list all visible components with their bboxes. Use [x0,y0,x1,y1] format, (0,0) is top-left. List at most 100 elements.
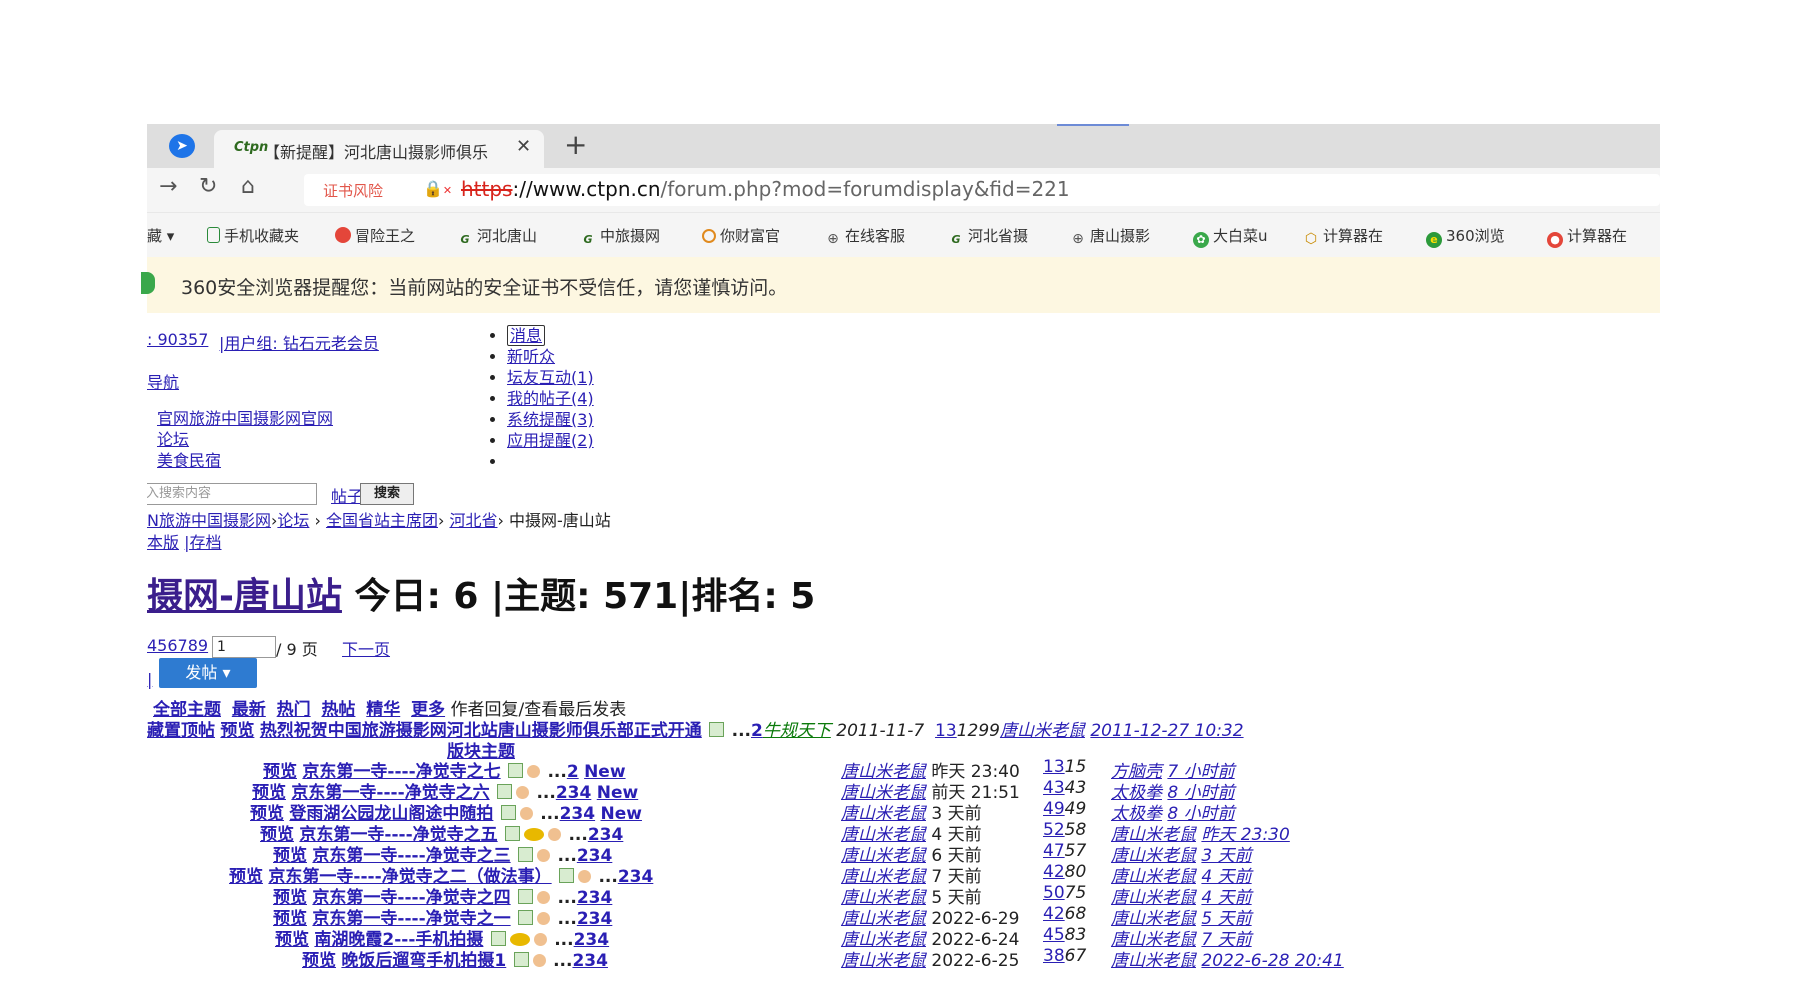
bookmark-2[interactable]: 冒险王之 [335,225,415,246]
image-attachment-icon [709,722,725,737]
thread-views: 58 [1064,820,1087,840]
board-mode-link[interactable]: 本版 [147,533,179,552]
last-post-time-link[interactable]: 2022-6-28 20:41 [1201,951,1343,971]
bookmark-3[interactable]: G 河北唐山 [457,225,537,248]
image-attachment-icon [508,763,524,778]
bookmark-7[interactable]: G 河北省摄 [948,225,1028,248]
image-attachment-icon [518,910,534,925]
nav-link[interactable]: 导航 [147,369,179,393]
my-posts-link[interactable]: 我的帖子(4) [507,389,594,408]
thread-author-link[interactable]: 牛规天下 [763,721,831,741]
message-menu-item[interactable]: 坛友互动(1) [507,367,594,388]
page-jump-input[interactable]: 1 [212,636,276,658]
thread-replies[interactable]: 13 [1043,757,1065,777]
preview-link[interactable]: 预览 [220,721,254,741]
thread-author-link[interactable]: 唐山米老鼠 [841,951,926,971]
app-notice-link[interactable]: 应用提醒(2) [507,431,594,450]
message-menu-item[interactable]: 系统提醒(3) [507,409,594,430]
user-id-link[interactable]: : 90357 [147,330,208,349]
thread-replies[interactable]: 45 [1043,925,1065,945]
bookmark-11[interactable]: e 360浏览 [1426,225,1505,248]
new-tab-plus-icon[interactable]: + [564,128,587,161]
apple-icon: ● [1547,232,1563,248]
pin-icon [335,227,351,243]
home-icon[interactable]: ⌂ [241,174,255,199]
page-title: 摄网-唐山站 今日: 6 |主题: 571|排名: 5 [147,567,815,619]
thread-replies[interactable]: 52 [1043,820,1065,840]
close-icon[interactable]: ✕ [516,136,531,157]
message-menu-item[interactable]: 消息 [507,325,594,346]
breadcrumb-site[interactable]: N旅游中国摄影网 [147,511,271,530]
telegram-icon[interactable]: ➤ [169,134,195,158]
pager-fragment[interactable]: | [147,670,152,689]
new-post-button[interactable]: 发帖 ▾ [159,658,257,688]
reload-icon[interactable]: ↻ [199,174,217,199]
bookmark-0[interactable]: 藏 ▾ [147,225,174,246]
interaction-link[interactable]: 坛友互动(1) [507,368,594,387]
bookmark-8[interactable]: ⊕ 唐山摄影 [1070,225,1150,247]
thread-views: 67 [1064,946,1087,966]
bookmark-9[interactable]: ✿ 大白菜u [1193,225,1268,248]
bookmark-6[interactable]: ⊕ 在线客服 [825,225,905,247]
preview-link[interactable]: 预览 [229,867,263,887]
url-field[interactable]: 证书风险 🔒✕ https://www.ctpn.cn/forum.php?mo… [304,174,1660,206]
phone-icon [207,227,220,243]
breadcrumb: N旅游中国摄影网›论坛 › 全国省站主席团› 河北省› 中摄网-唐山站 [147,511,611,530]
last-poster-link[interactable]: 唐山米老鼠 [1000,721,1085,741]
thread-replies[interactable]: 38 [1043,946,1065,966]
message-menu-item[interactable]: 新听众 [507,346,594,367]
thread-title-link[interactable]: 晚饭后遛弯手机拍摄1 [341,951,506,971]
search-button[interactable]: 搜索 [360,483,414,505]
image-attachment-icon [505,826,521,841]
thread-views: 68 [1064,904,1087,924]
thread-stats: 4280 [1043,862,1086,882]
bookmark-label: 藏 [147,227,163,245]
preview-link[interactable]: 预览 [302,951,336,971]
thread-replies[interactable]: 42 [1043,862,1065,882]
bookmark-12[interactable]: ● 计算器在 [1547,225,1627,248]
hide-sticky-link[interactable]: 藏置顶帖 [147,721,215,741]
thread-replies[interactable]: 47 [1043,841,1065,861]
bookmark-5[interactable]: 你财富官 [702,225,780,246]
bookmark-1[interactable]: 手机收藏夹 [207,225,299,246]
thread-row: 预览 晚饭后遛弯手机拍摄1 ...234 [302,946,608,971]
bookmark-10[interactable]: ⬡ 计算器在 [1303,225,1383,247]
messages-link[interactable]: 消息 [507,325,546,346]
thread-replies[interactable]: 43 [1043,778,1065,798]
forum-name-link[interactable]: 摄网-唐山站 [147,576,342,617]
last-post-time-link[interactable]: 2011-12-27 10:32 [1090,721,1243,741]
system-notice-link[interactable]: 系统提醒(3) [507,410,594,429]
dropdown-caret-icon[interactable]: ▾ [167,227,175,245]
message-menu-item[interactable]: 应用提醒(2) [507,430,594,451]
search-input[interactable]: 入搜索内容 [147,483,317,505]
tab-active[interactable]: Ctpn 【新提醒】河北唐山摄影师俱乐 ✕ [214,130,544,168]
message-menu-item[interactable]: 我的帖子(4) [507,388,594,409]
forward-arrow-icon[interactable]: → [159,174,177,199]
broken-lock-icon[interactable]: 🔒✕ [423,179,452,198]
url-scheme: https [461,177,513,201]
hot-badge-icon [509,933,530,946]
archive-link[interactable]: |存档 [184,533,221,552]
thread-replies[interactable]: 49 [1043,799,1065,819]
thread-replies[interactable]: 13 [935,721,957,741]
thread-pages-link[interactable]: 2 [751,721,763,741]
breadcrumb-province[interactable]: 河北省 [449,511,497,530]
user-group-link[interactable]: |用户组: 钻石元老会员 [219,330,379,354]
next-page-link[interactable]: 下一页 [342,636,390,660]
new-followers-link[interactable]: 新听众 [507,347,555,366]
bookmark-4[interactable]: G 中旅摄网 [580,225,660,248]
search-scope-link[interactable]: 帖子 [331,483,363,507]
last-poster-link[interactable]: 唐山米老鼠 [1111,951,1196,971]
thread-pages-link[interactable]: 234 [618,867,654,887]
url-text[interactable]: https://www.ctpn.cn/forum.php?mod=forumd… [461,177,1070,201]
page-numbers[interactable]: 456789 [147,636,208,655]
cert-risk-label[interactable]: 证书风险 [323,180,383,201]
thread-pages-link[interactable]: 234 [572,951,608,971]
breadcrumb-group[interactable]: 全国省站主席团 [326,511,438,530]
thread-stats: 4949 [1043,799,1086,819]
thread-replies[interactable]: 50 [1043,883,1065,903]
food-lodging-link[interactable]: 美食民宿 [157,447,221,471]
breadcrumb-forum[interactable]: 论坛 [277,511,309,530]
thread-meta: 唐山米老鼠 2022-6-25 [841,946,1033,971]
thread-replies[interactable]: 42 [1043,904,1065,924]
